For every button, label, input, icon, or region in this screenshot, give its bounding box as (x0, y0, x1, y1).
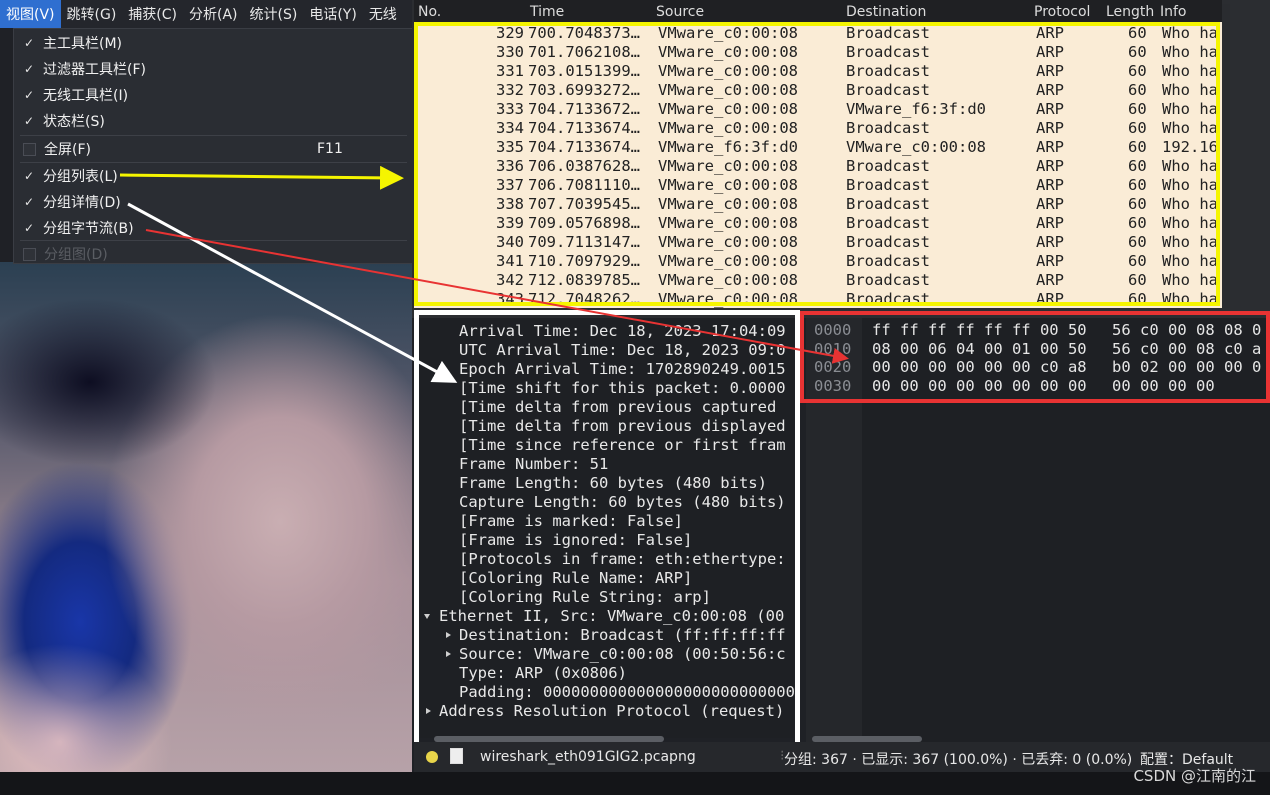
comment-icon[interactable] (450, 748, 463, 764)
view-menu-item-label: 分组图(D) (44, 247, 108, 263)
annotation-box-packet-list (414, 22, 1220, 306)
menu-item-1[interactable]: 跳转(G) (61, 0, 123, 28)
checkbox-empty-icon (23, 142, 36, 156)
capture-status-icon[interactable] (426, 751, 438, 763)
view-menu-item-8: 分组图(D) (14, 242, 413, 266)
annotation-box-packet-details (414, 310, 800, 778)
checkbox-empty-icon (23, 247, 36, 261)
menu-separator (20, 240, 407, 241)
menu-item-0[interactable]: 视图(V) (0, 0, 61, 28)
menu-item-4[interactable]: 统计(S) (244, 0, 304, 28)
view-menu-item-0[interactable]: ✓ 主工具栏(M) (14, 31, 413, 55)
menubar: 视图(V) 跳转(G) 捕获(C) 分析(A) 统计(S) 电话(Y) 无线 (0, 0, 412, 28)
capture-filename: wireshark_eth091GIG2.pcapng (480, 749, 696, 765)
taskbar-strip (0, 772, 1270, 795)
desktop-wallpaper (0, 262, 412, 795)
check-icon: ✓ (23, 88, 35, 102)
check-icon: ✓ (23, 62, 35, 76)
packet-list-header: No. Time Source Destination Protocol Length In… (414, 0, 1222, 22)
check-icon: ✓ (23, 169, 35, 183)
shortcut-label: F11 (317, 141, 343, 157)
view-menu-dropdown: ✓ 主工具栏(M) ✓ 过滤器工具栏(F) ✓ 无线工具栏(I) ✓ 状态栏(S) 全屏(F) F… (13, 28, 414, 264)
menu-item-6[interactable]: 无线 (363, 0, 403, 28)
column-header[interactable]: No. (418, 4, 441, 20)
view-menu-item-4[interactable]: 全屏(F) F11 (14, 137, 413, 161)
view-menu-item-label: 状态栏(S) (43, 114, 105, 130)
view-menu-item-2[interactable]: ✓ 无线工具栏(I) (14, 83, 413, 107)
view-menu-item-1[interactable]: ✓ 过滤器工具栏(F) (14, 57, 413, 81)
watermark: CSDN @江南的江 (1133, 767, 1256, 785)
packet-list-scrollbar[interactable] (1222, 4, 1230, 308)
view-menu-item-6[interactable]: ✓ 分组详情(D) (14, 190, 413, 214)
column-header[interactable]: Time (530, 4, 564, 20)
menu-separator (20, 135, 407, 136)
menu-item-3[interactable]: 分析(A) (183, 0, 244, 28)
view-menu-item-7[interactable]: ✓ 分组字节流(B) (14, 216, 413, 240)
column-header[interactable]: Length (1106, 4, 1154, 20)
check-icon: ✓ (23, 36, 35, 50)
check-icon: ✓ (23, 114, 35, 128)
view-menu-item-label: 分组字节流(B) (43, 221, 134, 237)
column-header[interactable]: Protocol (1034, 4, 1090, 20)
column-header[interactable]: Info (1160, 4, 1187, 20)
menu-separator (20, 162, 407, 163)
menu-item-5[interactable]: 电话(Y) (303, 0, 362, 28)
column-header[interactable]: Source (656, 4, 704, 20)
view-menu-item-label: 过滤器工具栏(F) (43, 62, 146, 78)
view-menu-item-3[interactable]: ✓ 状态栏(S) (14, 109, 413, 133)
column-header[interactable]: Destination (846, 4, 926, 20)
menu-item-2[interactable]: 捕获(C) (122, 0, 183, 28)
view-menu-item-label: 分组详情(D) (43, 195, 121, 211)
check-icon: ✓ (23, 195, 35, 209)
packet-counts: 分组: 367 · 已显示: 367 (100.0%) · 已丢弃: 0 (0.… (784, 752, 1133, 768)
view-menu-item-label: 分组列表(L) (43, 169, 118, 185)
view-menu-item-label: 无线工具栏(I) (43, 88, 129, 104)
annotation-box-packet-bytes (800, 311, 1270, 403)
check-icon: ✓ (23, 221, 35, 235)
view-menu-item-label: 主工具栏(M) (43, 36, 123, 52)
view-menu-item-label: 全屏(F) (44, 142, 91, 158)
view-menu-item-5[interactable]: ✓ 分组列表(L) (14, 164, 413, 188)
